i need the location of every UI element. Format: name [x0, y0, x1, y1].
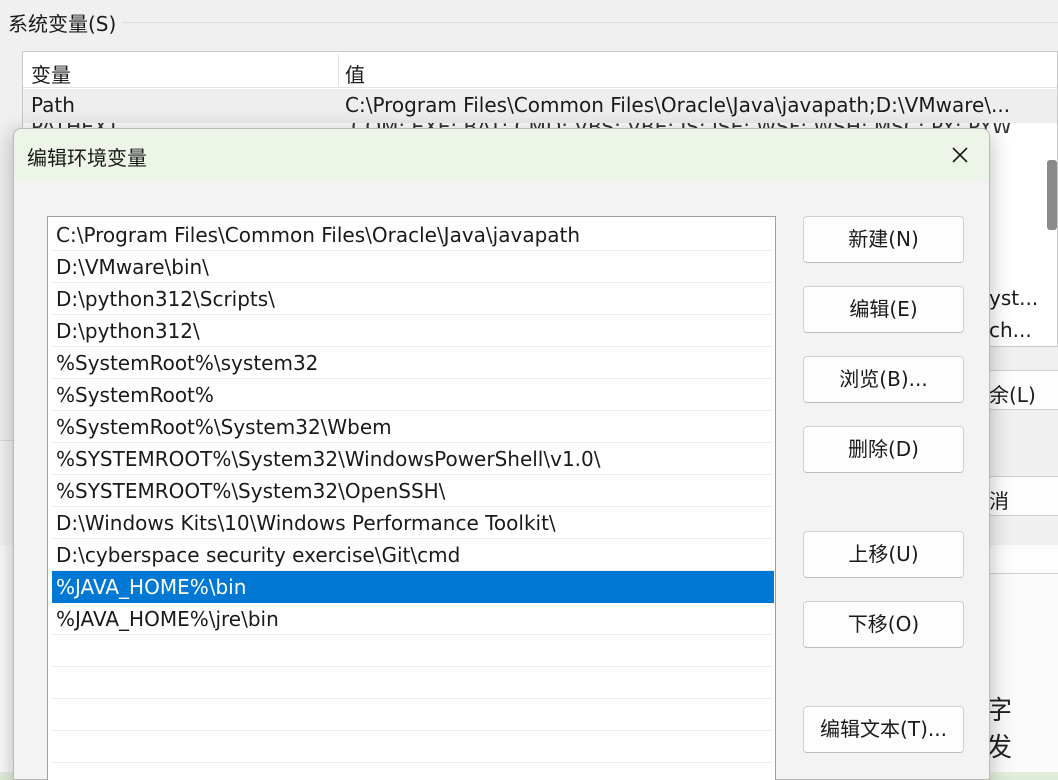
- variable-name-cell: Path: [31, 93, 75, 117]
- edit-text-button[interactable]: 编辑文本(T)...: [803, 706, 964, 753]
- path-entry-text: D:\python312\: [56, 319, 200, 343]
- cancel-button[interactable]: 消: [988, 476, 1058, 516]
- list-item[interactable]: %SystemRoot%\system32: [52, 347, 774, 379]
- list-header: 变量 值: [23, 52, 1057, 88]
- list-item[interactable]: C:\Program Files\Common Files\Oracle\Jav…: [52, 219, 774, 251]
- variable-value-cell: C:\Program Files\Common Files\Oracle\Jav…: [345, 93, 1011, 117]
- column-header-variable[interactable]: 变量: [31, 59, 71, 88]
- path-entry-text: %JAVA_HOME%\bin: [56, 575, 247, 599]
- path-entry-text: %SystemRoot%\system32: [56, 351, 319, 375]
- path-entry-text: D:\VMware\bin\: [56, 255, 209, 279]
- move-down-button[interactable]: 下移(O): [803, 601, 964, 648]
- path-entry-text: D:\Windows Kits\10\Windows Performance T…: [56, 511, 556, 535]
- variable-value-peek: yst...: [989, 286, 1039, 310]
- column-header-value[interactable]: 值: [345, 59, 365, 88]
- list-item[interactable]: D:\cyberspace security exercise\Git\cmd: [52, 539, 774, 571]
- dialog-title: 编辑环境变量: [27, 146, 147, 170]
- list-vertical-scrollbar[interactable]: [1047, 160, 1057, 230]
- list-item[interactable]: %SystemRoot%\System32\Wbem: [52, 411, 774, 443]
- new-button[interactable]: 新建(N): [803, 216, 964, 263]
- list-item-empty[interactable]: [52, 635, 774, 667]
- list-item[interactable]: %SYSTEMROOT%\System32\OpenSSH\: [52, 475, 774, 507]
- background-panel-edge: [0, 440, 14, 550]
- browse-button[interactable]: 浏览(B)...: [803, 356, 964, 403]
- list-item-empty[interactable]: [52, 667, 774, 699]
- list-item[interactable]: %SYSTEMROOT%\System32\WindowsPowerShell\…: [52, 443, 774, 475]
- path-entry-text: D:\python312\Scripts\: [56, 287, 275, 311]
- close-icon: [952, 147, 968, 163]
- list-item[interactable]: D:\python312\Scripts\: [52, 283, 774, 315]
- table-row-path[interactable]: Path C:\Program Files\Common Files\Oracl…: [23, 89, 1057, 123]
- delete-variable-button[interactable]: 余(L): [988, 370, 1058, 410]
- delete-button[interactable]: 删除(D): [803, 426, 964, 473]
- move-up-button[interactable]: 上移(U): [803, 531, 964, 578]
- list-item[interactable]: %JAVA_HOME%\bin: [52, 571, 774, 603]
- list-item-empty[interactable]: [52, 699, 774, 731]
- list-item[interactable]: D:\python312\: [52, 315, 774, 347]
- background-lower-button[interactable]: [988, 548, 1058, 574]
- edit-button[interactable]: 编辑(E): [803, 286, 964, 333]
- list-item[interactable]: D:\Windows Kits\10\Windows Performance T…: [52, 507, 774, 539]
- edit-environment-variable-dialog: 编辑环境变量 C:\Program Files\Common Files\Ora…: [13, 128, 990, 780]
- path-entry-text: %SystemRoot%\System32\Wbem: [56, 415, 392, 439]
- system-variables-group-line: [120, 22, 1058, 23]
- close-button[interactable]: [945, 141, 975, 169]
- path-entry-text: %SystemRoot%: [56, 383, 214, 407]
- path-entry-text: %SYSTEMROOT%\System32\WindowsPowerShell\…: [56, 447, 601, 471]
- list-item-empty[interactable]: [52, 731, 774, 763]
- list-item[interactable]: %JAVA_HOME%\jre\bin: [52, 603, 774, 635]
- dialog-titlebar[interactable]: 编辑环境变量: [14, 129, 989, 181]
- path-entry-text: C:\Program Files\Common Files\Oracle\Jav…: [56, 223, 581, 247]
- background-text-peek: 字 发: [986, 696, 1027, 763]
- system-variables-group-title: 系统变量(S): [8, 8, 123, 37]
- path-entry-text: %JAVA_HOME%\jre\bin: [56, 607, 279, 631]
- list-item[interactable]: %SystemRoot%: [52, 379, 774, 411]
- variable-value-peek: ch...: [989, 318, 1032, 342]
- path-entries-list[interactable]: C:\Program Files\Common Files\Oracle\Jav…: [47, 216, 776, 780]
- path-entry-text: %SYSTEMROOT%\System32\OpenSSH\: [56, 479, 446, 503]
- column-header-separator[interactable]: [338, 54, 339, 86]
- path-entry-text: D:\cyberspace security exercise\Git\cmd: [56, 543, 461, 567]
- list-item[interactable]: D:\VMware\bin\: [52, 251, 774, 283]
